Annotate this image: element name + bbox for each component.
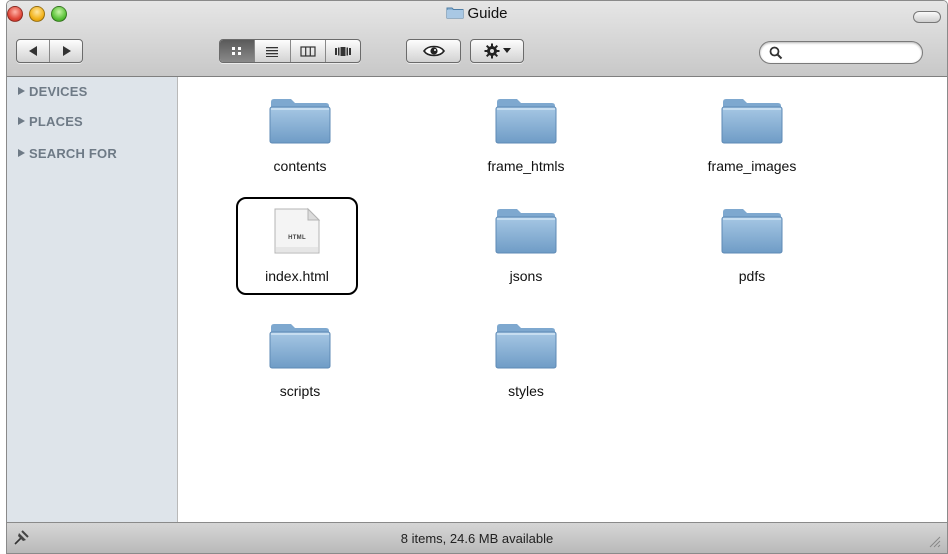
status-text: 8 items, 24.6 MB available xyxy=(400,531,554,546)
action-menu-button[interactable] xyxy=(470,39,524,63)
item-label: jsons xyxy=(509,268,543,284)
sidebar: DEVICES PLACES SEARCH FOR xyxy=(7,77,178,522)
gear-icon xyxy=(484,43,499,59)
finder-window: Guide DEVICES PLACES SEARCH FOR contents… xyxy=(6,0,948,554)
sidebar-section-places[interactable]: PLACES xyxy=(18,114,83,129)
item-label: pdfs xyxy=(738,268,766,284)
chevron-down-icon xyxy=(502,48,511,53)
disclosure-triangle-icon xyxy=(18,149,25,157)
file-type-badge: HTML xyxy=(288,235,306,241)
item-label: index.html xyxy=(265,268,329,284)
column-view-button[interactable] xyxy=(291,40,326,62)
item-label: frame_htmls xyxy=(487,158,565,174)
quick-look-button[interactable] xyxy=(406,39,461,63)
folder-icon xyxy=(269,97,331,145)
sidebar-section-label: SEARCH FOR xyxy=(29,146,117,161)
window-title: Guide xyxy=(7,5,947,25)
sidebar-section-devices[interactable]: DEVICES xyxy=(18,84,87,99)
search-input[interactable] xyxy=(786,44,914,61)
sidebar-section-label: PLACES xyxy=(29,114,83,129)
disclosure-triangle-icon xyxy=(18,117,25,125)
back-button[interactable] xyxy=(17,40,50,62)
file-icon-grid: contents frame_htmls frame_images HTML i… xyxy=(179,77,947,522)
file-item-index-html[interactable]: HTML index.html xyxy=(222,207,372,284)
folder-item-contents[interactable]: contents xyxy=(225,97,375,174)
list-icon xyxy=(266,46,279,57)
folder-item-styles[interactable]: styles xyxy=(451,322,601,399)
item-label: styles xyxy=(508,383,544,399)
folder-item-jsons[interactable]: jsons xyxy=(451,207,601,284)
search-icon xyxy=(769,46,783,60)
icon-grid-icon xyxy=(232,47,242,55)
folder-item-frame-htmls[interactable]: frame_htmls xyxy=(451,97,601,174)
folder-item-pdfs[interactable]: pdfs xyxy=(677,207,827,284)
sidebar-section-label: DEVICES xyxy=(29,84,88,99)
view-mode-control xyxy=(219,39,361,63)
eye-icon xyxy=(422,45,445,57)
toolbar-toggle-button[interactable] xyxy=(913,11,941,23)
html-file-icon: HTML xyxy=(266,207,328,255)
forward-button[interactable] xyxy=(50,40,83,62)
back-forward-buttons xyxy=(16,39,83,63)
folder-icon xyxy=(495,207,557,255)
forward-arrow-icon xyxy=(62,46,71,56)
folder-icon xyxy=(721,207,783,255)
item-label: contents xyxy=(273,158,327,174)
folder-icon xyxy=(446,6,464,19)
cover-flow-view-button[interactable] xyxy=(326,40,360,62)
cover-flow-icon xyxy=(334,46,351,56)
resize-grip-icon[interactable] xyxy=(929,535,941,553)
back-arrow-icon xyxy=(29,46,37,56)
icon-view-button[interactable] xyxy=(220,40,256,62)
folder-item-frame-images[interactable]: frame_images xyxy=(677,97,827,174)
disclosure-triangle-icon xyxy=(18,87,25,95)
item-label: scripts xyxy=(279,383,321,399)
search-field[interactable] xyxy=(759,41,923,64)
status-bar: 8 items, 24.6 MB available xyxy=(7,522,947,553)
folder-icon xyxy=(495,322,557,370)
folder-icon xyxy=(721,97,783,145)
folder-item-scripts[interactable]: scripts xyxy=(225,322,375,399)
list-view-button[interactable] xyxy=(255,40,291,62)
window-title-text: Guide xyxy=(467,5,508,22)
folder-icon xyxy=(269,322,331,370)
sidebar-section-search-for[interactable]: SEARCH FOR xyxy=(18,146,117,161)
folder-icon xyxy=(495,97,557,145)
toolbar: Guide xyxy=(7,1,947,77)
columns-icon xyxy=(300,45,316,57)
item-label: frame_images xyxy=(707,158,797,174)
